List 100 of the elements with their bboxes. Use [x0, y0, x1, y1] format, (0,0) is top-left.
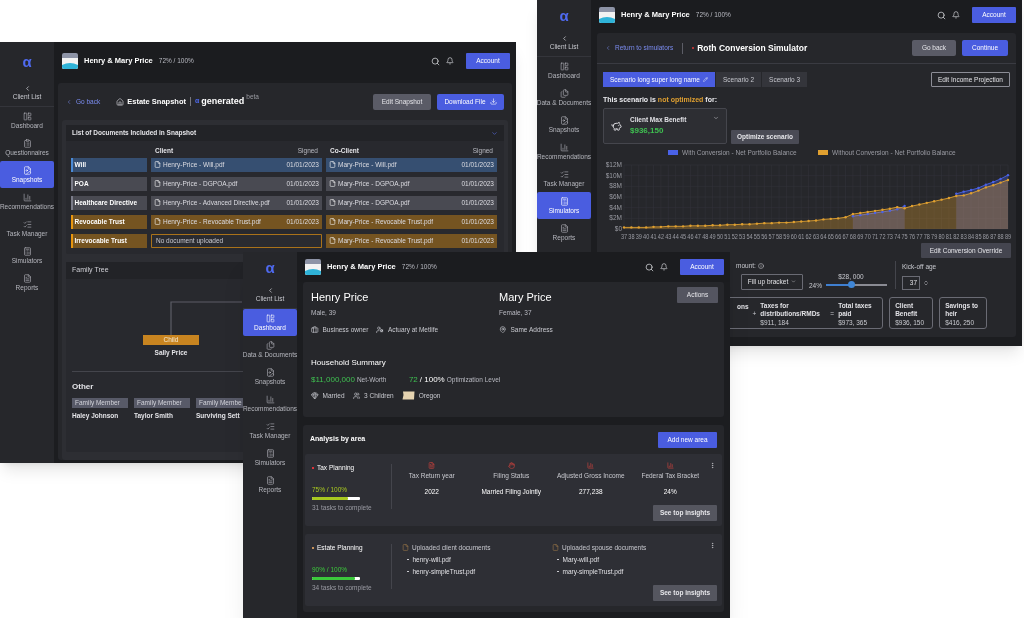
file-icon [329, 218, 336, 226]
bar-chart-icon [559, 142, 569, 152]
layout-icon [559, 61, 569, 71]
data-point [718, 224, 722, 227]
bell-icon[interactable] [446, 57, 454, 65]
data-point [733, 223, 736, 226]
data-point [637, 226, 640, 229]
file-icon [402, 544, 409, 552]
data-point [844, 216, 847, 219]
logo: α [559, 7, 569, 23]
logo: α [22, 53, 32, 69]
bell-icon[interactable] [660, 263, 668, 271]
data-point [667, 225, 670, 228]
data-point [807, 219, 810, 223]
bar-chart-icon [587, 462, 595, 469]
data-point [910, 204, 914, 208]
data-point [829, 217, 832, 221]
data-point [814, 219, 818, 222]
data-point [644, 226, 648, 229]
bar-chart-icon [22, 192, 32, 202]
slider-thumb[interactable] [847, 281, 855, 288]
data-point [755, 222, 759, 225]
data-point [770, 221, 773, 225]
briefcase-icon [311, 325, 319, 334]
files-icon [265, 340, 275, 350]
score-value: 72 [408, 373, 418, 386]
data-point [674, 225, 677, 228]
brand-name: generated [201, 94, 245, 108]
chevron-down-icon [791, 279, 797, 285]
data-point [696, 224, 700, 227]
section-heading: Other [72, 380, 94, 393]
search-icon[interactable] [431, 56, 440, 66]
file-icon [329, 161, 336, 169]
chevron-left-icon [23, 85, 31, 93]
file-icon [552, 544, 559, 552]
avatar-icon [62, 53, 78, 69]
files-icon [559, 88, 569, 98]
layout-icon [22, 111, 32, 121]
chevron-left-icon [266, 287, 274, 295]
data-point [740, 223, 744, 226]
info-icon [757, 262, 764, 269]
file-icon [154, 180, 161, 188]
data-point [947, 196, 951, 200]
chevron-left-icon [560, 35, 568, 43]
avatar-icon [305, 259, 321, 275]
avatar-icon [599, 7, 615, 23]
data-point [940, 198, 943, 201]
data-point [726, 223, 729, 226]
chevron-down-icon [713, 115, 719, 121]
data-point [800, 220, 803, 223]
data-point [630, 226, 633, 229]
checklist-icon [265, 421, 275, 431]
report-icon [559, 223, 569, 233]
checklist-icon [559, 169, 569, 179]
data-point [704, 224, 707, 227]
hand-icon [507, 462, 515, 469]
file-icon [329, 180, 336, 188]
document-icon [559, 115, 569, 125]
state-map-icon [401, 390, 415, 400]
search-icon[interactable] [645, 262, 654, 272]
download-icon [489, 98, 497, 105]
data-point [763, 221, 766, 225]
ring-icon [311, 391, 319, 400]
calculator-icon [265, 448, 275, 458]
data-point [689, 224, 692, 227]
net-worth-value: $11,000,000 [311, 373, 355, 386]
document-icon [22, 165, 32, 175]
logo: α [265, 259, 275, 275]
page-title: Roth Conversion Simulator [697, 41, 808, 55]
file-icon [154, 161, 161, 169]
data-point [659, 225, 663, 229]
house-icon [116, 97, 125, 106]
data-point [932, 200, 936, 203]
clipboard-icon [22, 138, 32, 148]
pencil-icon [703, 77, 708, 82]
document-icon [428, 462, 436, 469]
people-icon [352, 391, 361, 400]
checklist-icon [22, 219, 32, 229]
bar-chart-icon [265, 394, 275, 404]
data-point [622, 226, 626, 229]
file-icon [154, 218, 161, 226]
bell-icon[interactable] [952, 11, 960, 19]
data-point [711, 224, 714, 227]
data-point [785, 221, 788, 224]
data-point [822, 218, 825, 221]
file-icon [329, 237, 336, 245]
calculator-icon [559, 196, 569, 206]
chevron-left-icon [605, 45, 611, 51]
bar-chart-icon [666, 462, 674, 469]
stepper-icon[interactable] [923, 279, 929, 286]
search-icon[interactable] [937, 10, 946, 20]
file-icon [329, 199, 336, 207]
data-point [681, 225, 685, 228]
person-name: Henry Price [311, 290, 370, 304]
data-point [748, 223, 751, 226]
connector-line [170, 300, 242, 335]
score-total: / 100% [419, 373, 445, 386]
map-pin-icon [499, 325, 507, 334]
data-point [925, 201, 928, 205]
layout-icon [265, 313, 275, 323]
